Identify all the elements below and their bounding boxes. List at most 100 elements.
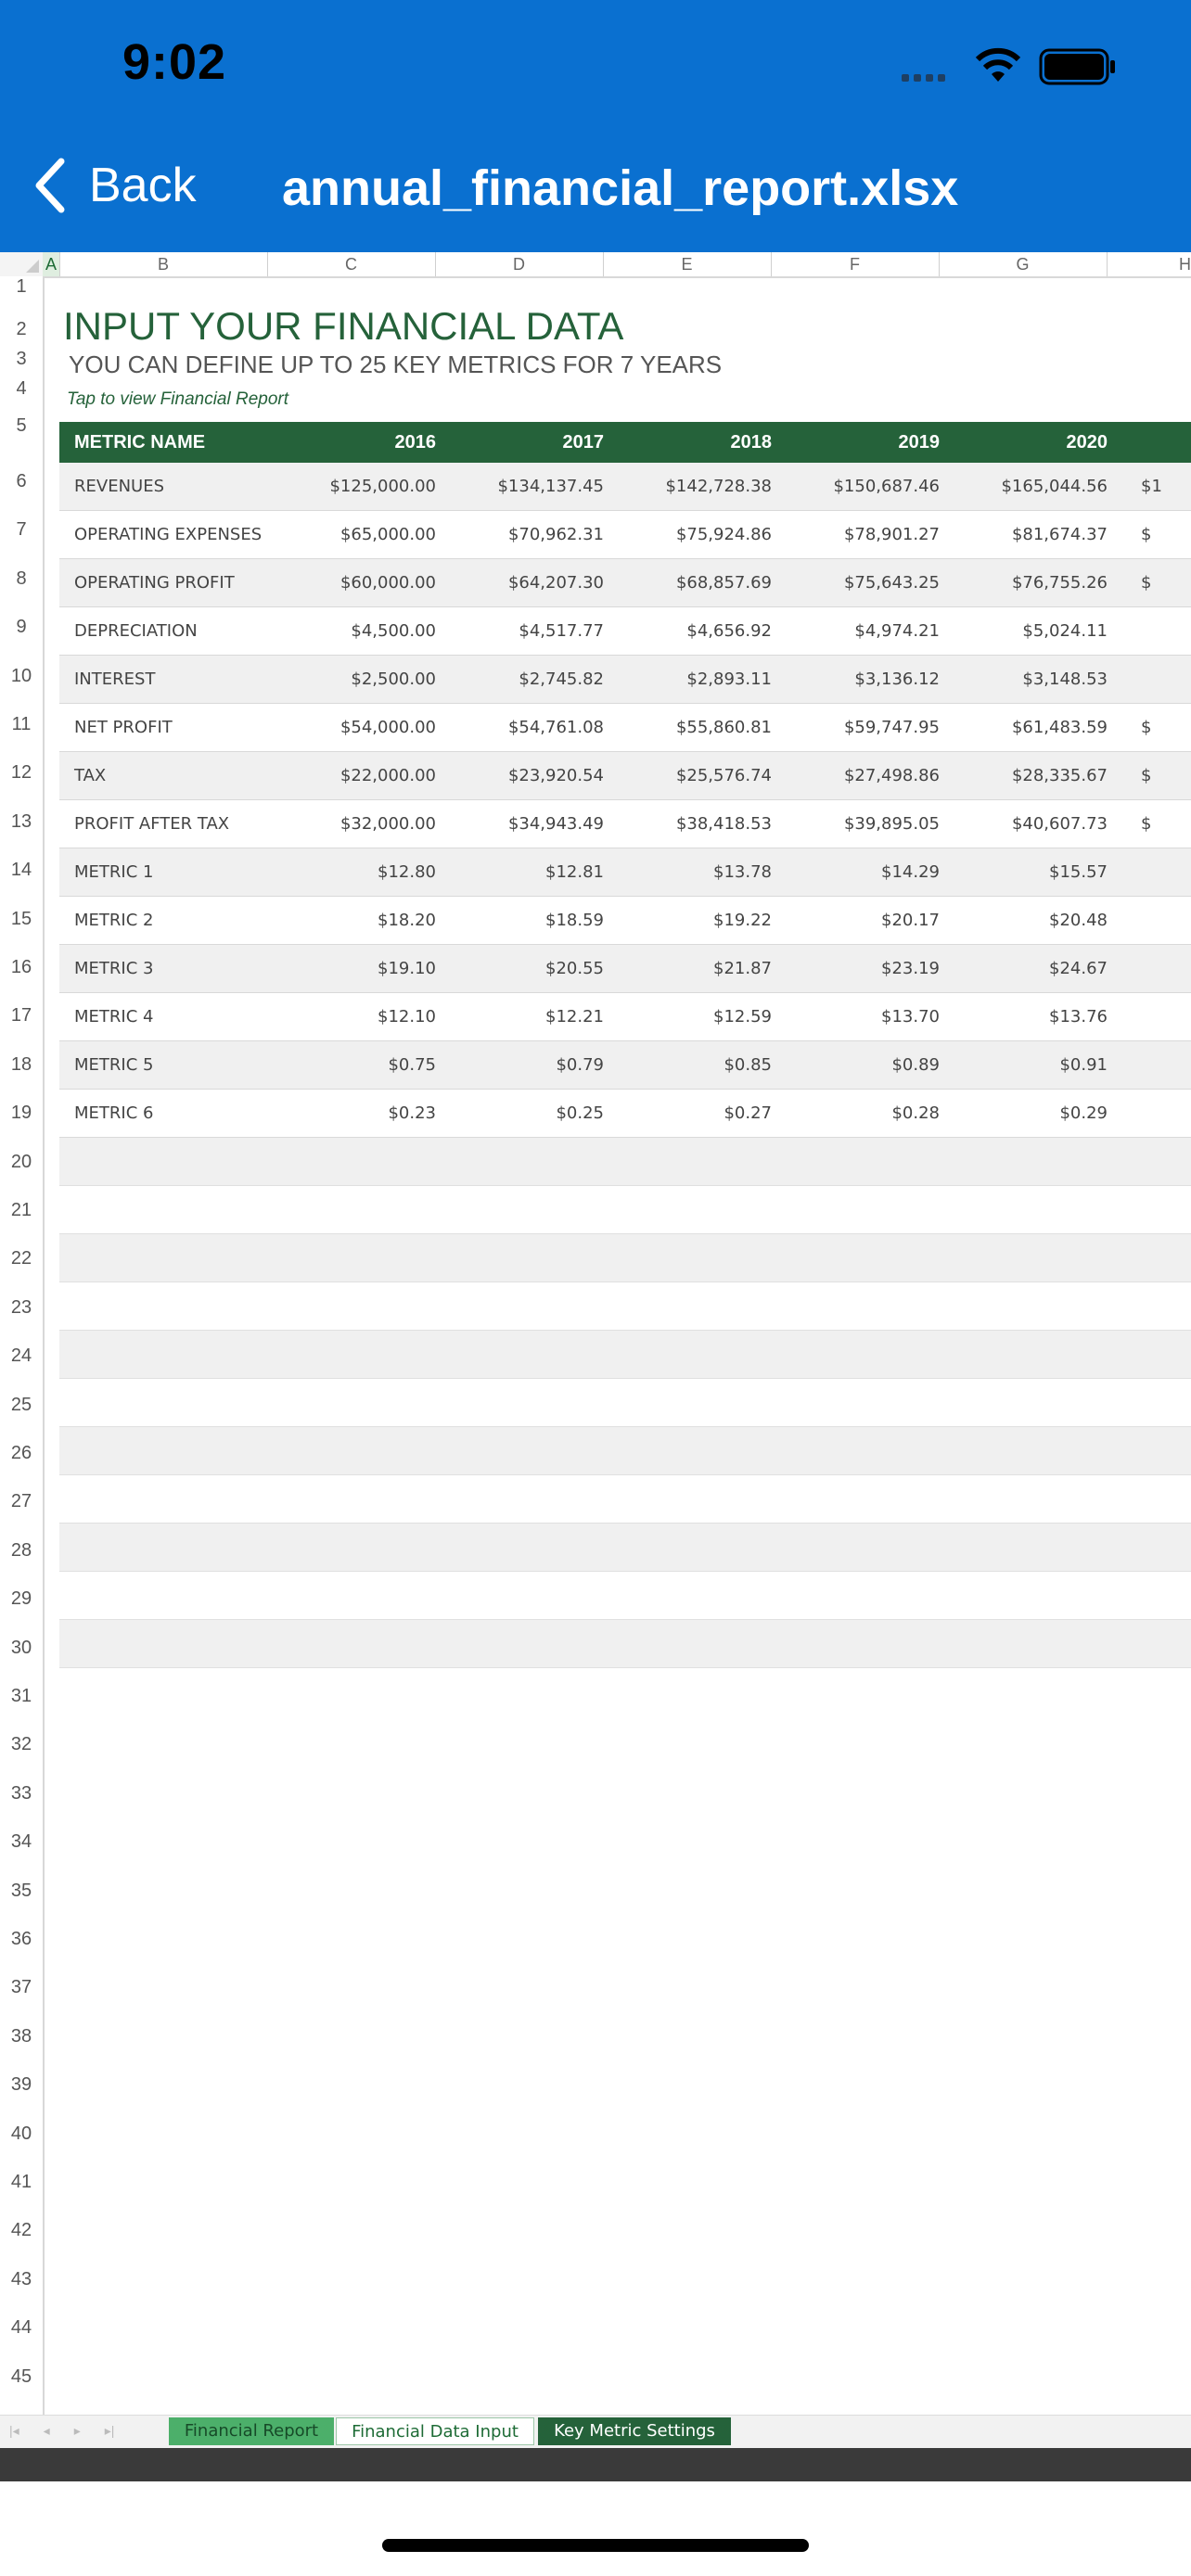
row-number[interactable]: 28 xyxy=(0,1540,43,1562)
value-cell[interactable]: $125,000.00 xyxy=(236,463,436,510)
empty-row[interactable] xyxy=(59,1138,1191,1186)
header-year-2018[interactable]: 2018 xyxy=(604,422,773,463)
header-year-2017[interactable]: 2017 xyxy=(436,422,605,463)
header-year-2016[interactable]: 2016 xyxy=(236,422,437,463)
value-cell[interactable]: $75,643.25 xyxy=(772,559,940,606)
select-all-corner[interactable] xyxy=(0,252,44,276)
value-cell[interactable]: $78,901.27 xyxy=(772,511,940,558)
value-cell[interactable]: $12.21 xyxy=(436,993,604,1040)
value-cell-clipped[interactable]: $ xyxy=(1108,800,1191,848)
row-number[interactable]: 5 xyxy=(0,415,43,437)
row-number[interactable]: 26 xyxy=(0,1443,43,1464)
value-cell[interactable]: $0.79 xyxy=(436,1041,604,1089)
column-header-h[interactable]: H xyxy=(1107,252,1191,276)
value-cell[interactable]: $4,517.77 xyxy=(436,607,604,655)
row-number[interactable]: 42 xyxy=(0,2220,43,2241)
row-number[interactable]: 32 xyxy=(0,1734,43,1755)
row-number[interactable]: 15 xyxy=(0,909,43,930)
value-cell[interactable]: $18.20 xyxy=(236,897,436,944)
value-cell[interactable]: $0.27 xyxy=(604,1090,772,1137)
column-header-a[interactable]: A xyxy=(43,252,60,276)
value-cell[interactable]: $0.29 xyxy=(940,1090,1108,1137)
empty-row[interactable] xyxy=(59,1282,1191,1331)
value-cell[interactable]: $0.23 xyxy=(236,1090,436,1137)
value-cell[interactable]: $65,000.00 xyxy=(236,511,436,558)
value-cell[interactable]: $15.57 xyxy=(940,848,1108,896)
back-button[interactable]: Back xyxy=(33,158,197,213)
row-number[interactable]: 22 xyxy=(0,1248,43,1269)
row-number[interactable]: 21 xyxy=(0,1200,43,1221)
value-cell[interactable]: $39,895.05 xyxy=(772,800,940,848)
row-number[interactable]: 44 xyxy=(0,2317,43,2339)
value-cell-clipped[interactable] xyxy=(1108,848,1191,896)
value-cell[interactable]: $18.59 xyxy=(436,897,604,944)
value-cell[interactable]: $0.28 xyxy=(772,1090,940,1137)
value-cell[interactable]: $2,893.11 xyxy=(604,656,772,703)
value-cell[interactable]: $12.10 xyxy=(236,993,436,1040)
value-cell-clipped[interactable]: $ xyxy=(1108,752,1191,799)
value-cell[interactable]: $23.19 xyxy=(772,945,940,992)
row-number[interactable]: 37 xyxy=(0,1977,43,1998)
row-number[interactable]: 30 xyxy=(0,1638,43,1659)
row-number[interactable]: 39 xyxy=(0,2074,43,2096)
value-cell[interactable]: $19.22 xyxy=(604,897,772,944)
value-cell[interactable]: $2,745.82 xyxy=(436,656,604,703)
value-cell[interactable]: $13.78 xyxy=(604,848,772,896)
column-header-d[interactable]: D xyxy=(435,252,604,276)
row-number[interactable]: 34 xyxy=(0,1831,43,1853)
value-cell[interactable]: $12.80 xyxy=(236,848,436,896)
value-cell[interactable]: $25,576.74 xyxy=(604,752,772,799)
row-number[interactable]: 40 xyxy=(0,2123,43,2145)
value-cell[interactable]: $61,483.59 xyxy=(940,704,1108,751)
value-cell[interactable]: $23,920.54 xyxy=(436,752,604,799)
value-cell[interactable]: $150,687.46 xyxy=(772,463,940,510)
value-cell[interactable]: $0.25 xyxy=(436,1090,604,1137)
value-cell-clipped[interactable] xyxy=(1108,1090,1191,1137)
value-cell[interactable]: $0.89 xyxy=(772,1041,940,1089)
row-number[interactable]: 8 xyxy=(0,568,43,590)
empty-row[interactable] xyxy=(59,1234,1191,1282)
row-number[interactable]: 29 xyxy=(0,1588,43,1610)
row-number[interactable]: 25 xyxy=(0,1395,43,1416)
value-cell[interactable]: $38,418.53 xyxy=(604,800,772,848)
value-cell-clipped[interactable] xyxy=(1108,897,1191,944)
row-number[interactable]: 33 xyxy=(0,1783,43,1804)
value-cell[interactable]: $3,148.53 xyxy=(940,656,1108,703)
value-cell[interactable]: $20.55 xyxy=(436,945,604,992)
row-number[interactable]: 17 xyxy=(0,1005,43,1027)
value-cell[interactable]: $21.87 xyxy=(604,945,772,992)
row-number[interactable]: 45 xyxy=(0,2366,43,2388)
row-number[interactable]: 11 xyxy=(0,714,43,735)
row-number[interactable]: 43 xyxy=(0,2269,43,2290)
value-cell-clipped[interactable] xyxy=(1108,993,1191,1040)
value-cell[interactable]: $60,000.00 xyxy=(236,559,436,606)
row-number[interactable]: 16 xyxy=(0,957,43,978)
value-cell[interactable]: $75,924.86 xyxy=(604,511,772,558)
tab-financial-data-input[interactable]: Financial Data Input xyxy=(336,2417,534,2445)
value-cell[interactable]: $19.10 xyxy=(236,945,436,992)
column-header-e[interactable]: E xyxy=(603,252,772,276)
value-cell[interactable]: $54,761.08 xyxy=(436,704,604,751)
value-cell-clipped[interactable]: $ xyxy=(1108,559,1191,606)
last-sheet-icon[interactable]: ▸| xyxy=(105,2423,115,2439)
row-number[interactable]: 3 xyxy=(0,349,43,370)
row-number[interactable]: 12 xyxy=(0,762,43,784)
row-number[interactable]: 35 xyxy=(0,1881,43,1902)
value-cell[interactable]: $22,000.00 xyxy=(236,752,436,799)
column-header-b[interactable]: B xyxy=(59,252,268,276)
row-number[interactable]: 7 xyxy=(0,519,43,541)
value-cell[interactable]: $20.48 xyxy=(940,897,1108,944)
previous-sheet-icon[interactable]: ◂ xyxy=(44,2423,50,2439)
value-cell[interactable]: $4,500.00 xyxy=(236,607,436,655)
row-number[interactable]: 38 xyxy=(0,2026,43,2047)
value-cell[interactable]: $13.70 xyxy=(772,993,940,1040)
value-cell[interactable]: $14.29 xyxy=(772,848,940,896)
empty-row[interactable] xyxy=(59,1572,1191,1620)
empty-row[interactable] xyxy=(59,1620,1191,1668)
row-number[interactable]: 14 xyxy=(0,860,43,881)
row-number[interactable]: 24 xyxy=(0,1345,43,1367)
horizontal-scrollbar-track[interactable] xyxy=(0,2448,1191,2481)
value-cell[interactable]: $2,500.00 xyxy=(236,656,436,703)
value-cell[interactable]: $0.75 xyxy=(236,1041,436,1089)
row-number[interactable]: 19 xyxy=(0,1103,43,1124)
